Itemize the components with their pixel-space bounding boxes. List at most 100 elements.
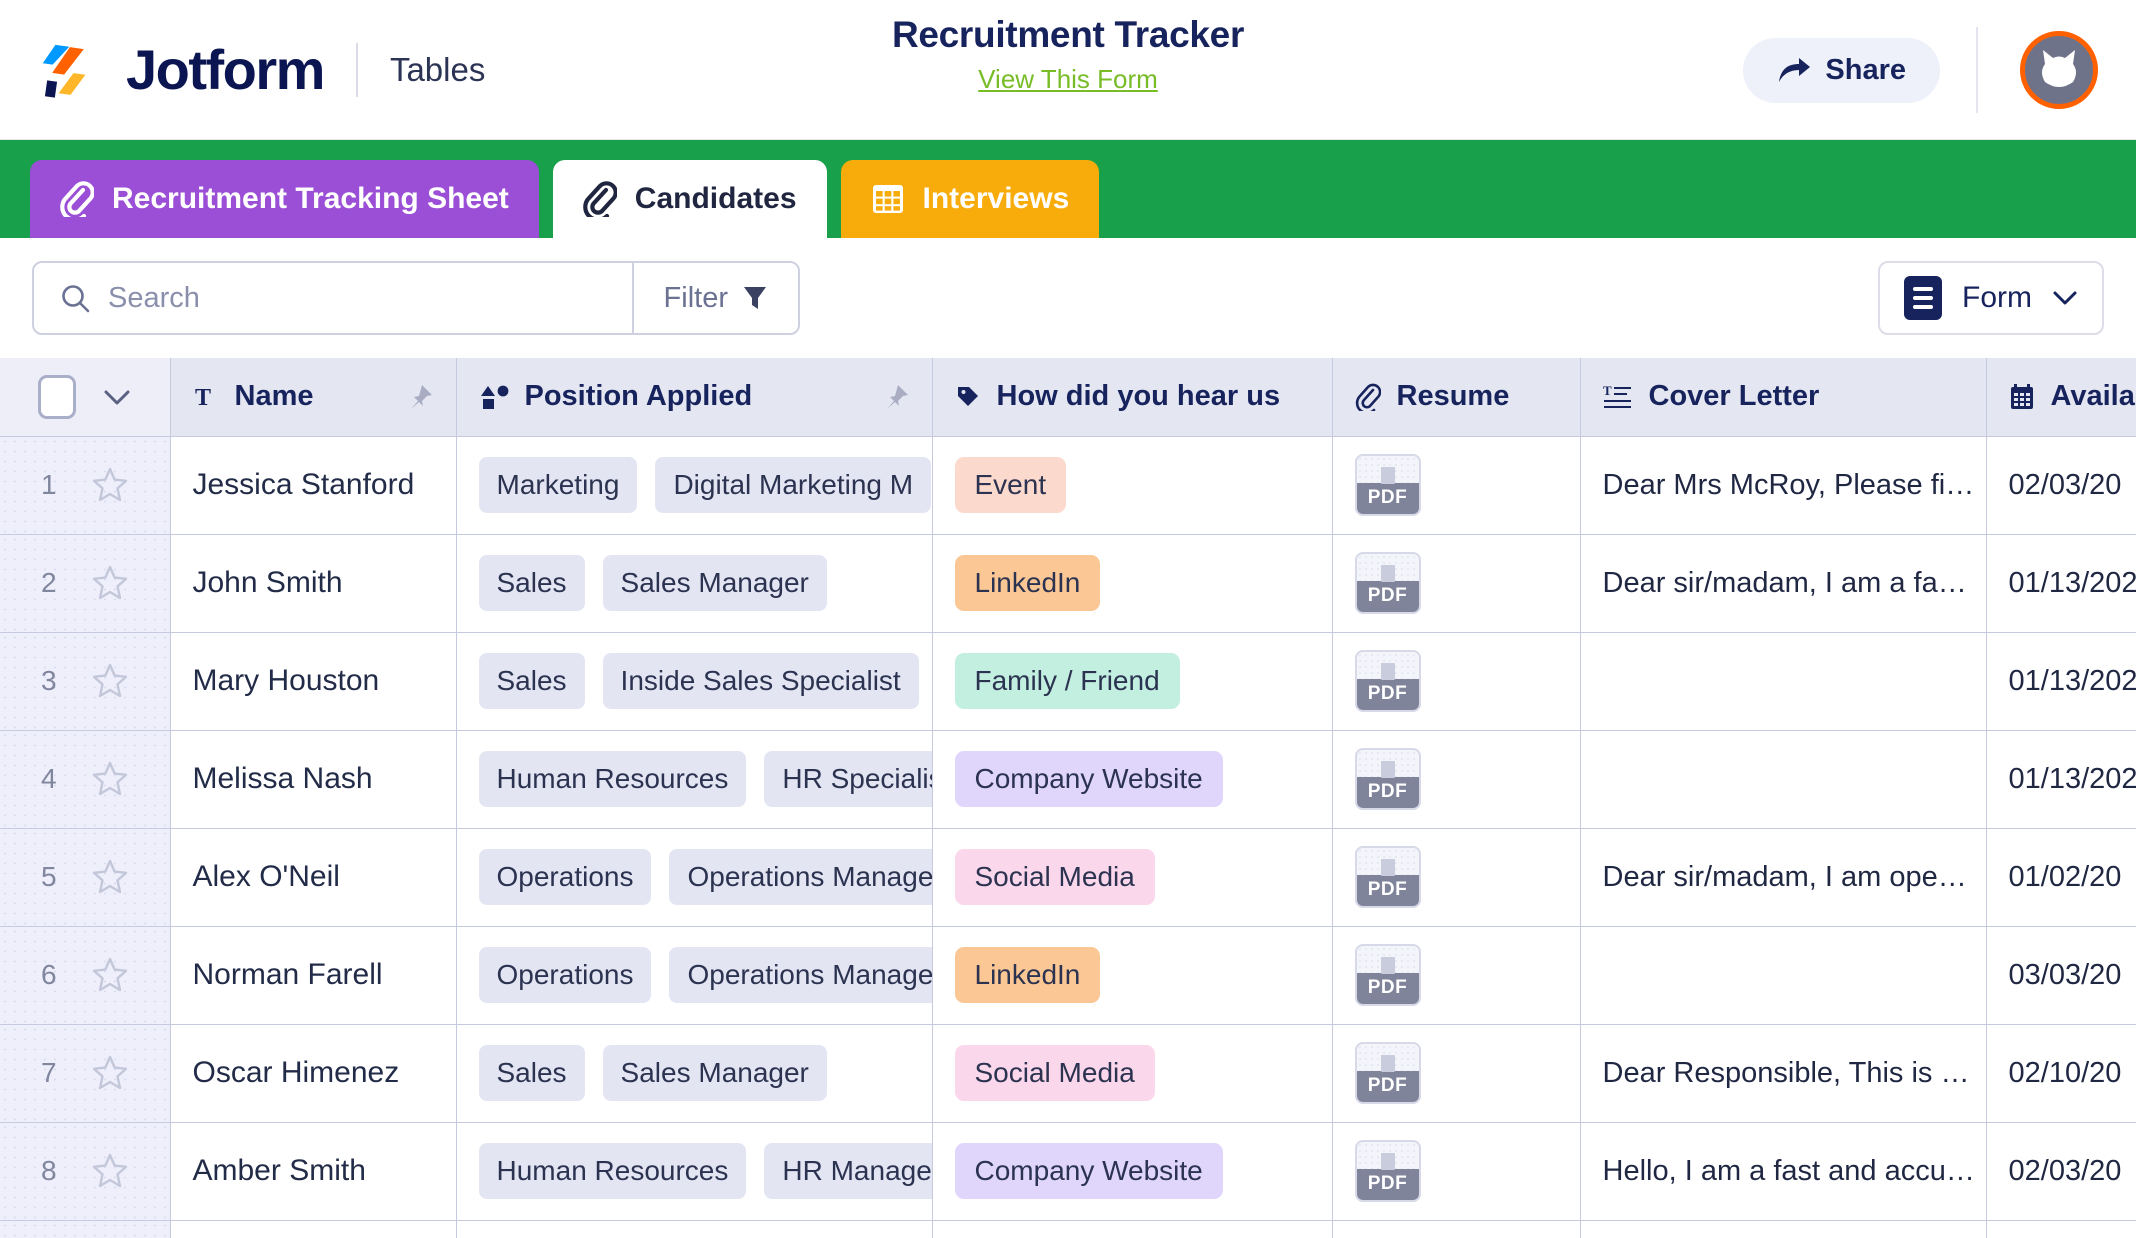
- cell-cover-letter[interactable]: [1580, 730, 1987, 829]
- data-grid-area[interactable]: T Name Position Applied How did you hear…: [0, 358, 2136, 1238]
- cell-resume[interactable]: PDF: [1332, 926, 1581, 1025]
- cell-name[interactable]: Mary Houston: [170, 632, 457, 731]
- cell-position-applied[interactable]: Human Resources HR Specialis: [456, 730, 933, 829]
- column-header-availability[interactable]: Availa: [1986, 358, 2136, 437]
- cell-cover-letter[interactable]: Hello, This is Nancy. I have…: [1580, 1220, 1987, 1238]
- cell-how-did-you-hear-us[interactable]: LinkedIn: [932, 926, 1333, 1025]
- cell-position-applied[interactable]: Operations Operations Manage: [456, 926, 933, 1025]
- row-select-cell[interactable]: 1: [0, 436, 171, 535]
- cell-availability[interactable]: 02/03/20: [1986, 1122, 2136, 1221]
- cell-how-did-you-hear-us[interactable]: Event: [932, 436, 1333, 535]
- cell-position-applied[interactable]: MarketingDigital Marketing M: [456, 436, 933, 535]
- row-select-cell[interactable]: 7: [0, 1024, 171, 1123]
- star-icon[interactable]: [91, 1152, 129, 1190]
- tab-interviews[interactable]: Interviews: [840, 160, 1100, 238]
- cell-cover-letter[interactable]: Dear sir/madam, I am a fa…: [1580, 534, 1987, 633]
- pdf-file-thumbnail[interactable]: PDF: [1354, 748, 1421, 810]
- table-row[interactable]: 9Nancy StuartMarketingDigital Marketing …: [0, 1220, 2136, 1238]
- cell-resume[interactable]: PDF: [1332, 828, 1581, 927]
- filter-button[interactable]: Filter: [631, 263, 798, 333]
- cell-position-applied[interactable]: Operations Operations Manage: [456, 828, 933, 927]
- cell-name[interactable]: Alex O'Neil: [170, 828, 457, 927]
- pin-icon[interactable]: [882, 383, 910, 411]
- star-icon[interactable]: [91, 662, 129, 700]
- cell-resume[interactable]: PDF: [1332, 436, 1581, 535]
- table-row[interactable]: 6 Norman Farell Operations Operations Manag…: [0, 926, 2136, 1025]
- cell-name[interactable]: Oscar Himenez: [170, 1024, 457, 1123]
- cell-resume[interactable]: PDF: [1332, 1122, 1581, 1221]
- cell-how-did-you-hear-us[interactable]: Company Website: [932, 1122, 1333, 1221]
- cell-position-applied[interactable]: Sales Sales Manager: [456, 534, 933, 633]
- star-icon[interactable]: [91, 1054, 129, 1092]
- row-select-cell[interactable]: 3: [0, 632, 171, 731]
- column-header-how-did-you-hear-us[interactable]: How did you hear us: [932, 358, 1333, 437]
- column-header-position-applied[interactable]: Position Applied: [456, 358, 933, 437]
- tab-recruitment-tracking-sheet[interactable]: Recruitment Tracking Sheet: [30, 160, 539, 238]
- cell-position-applied[interactable]: Sales Sales Manager: [456, 1024, 933, 1123]
- cell-resume[interactable]: PDF: [1332, 632, 1581, 731]
- star-icon[interactable]: [91, 466, 129, 504]
- row-select-cell[interactable]: 6: [0, 926, 171, 1025]
- cell-position-applied[interactable]: Sales Inside Sales Specialist: [456, 632, 933, 731]
- cell-name[interactable]: Nancy Stuart: [170, 1220, 457, 1238]
- cell-cover-letter[interactable]: Hello, I am a fast and accu…: [1580, 1122, 1987, 1221]
- cell-availability[interactable]: 01/13/202: [1986, 632, 2136, 731]
- cell-cover-letter[interactable]: Dear Mrs McRoy, Please fi…: [1580, 436, 1987, 535]
- cell-position-applied[interactable]: MarketingDigital Marketing M: [456, 1220, 933, 1238]
- table-row[interactable]: 8 Amber Smith Human Resources HR Manager Com…: [0, 1122, 2136, 1221]
- cell-how-did-you-hear-us[interactable]: Social Media: [932, 828, 1333, 927]
- cell-availability[interactable]: 01/02/20: [1986, 828, 2136, 927]
- table-row[interactable]: 3 Mary Houston Sales Inside Sales Specialis…: [0, 632, 2136, 731]
- pdf-file-thumbnail[interactable]: PDF: [1354, 1042, 1421, 1104]
- cell-name[interactable]: Norman Farell: [170, 926, 457, 1025]
- star-icon[interactable]: [91, 858, 129, 896]
- pdf-file-thumbnail[interactable]: PDF: [1354, 846, 1421, 908]
- table-row[interactable]: 4 Melissa Nash Human Resources HR Specialis…: [0, 730, 2136, 829]
- pdf-file-thumbnail[interactable]: PDF: [1354, 944, 1421, 1006]
- pin-icon[interactable]: [406, 383, 434, 411]
- pdf-file-thumbnail[interactable]: PDF: [1354, 552, 1421, 614]
- cell-cover-letter[interactable]: Dear sir/madam, I am ope…: [1580, 828, 1987, 927]
- cell-resume[interactable]: PDF: [1332, 1220, 1581, 1238]
- tab-candidates[interactable]: Candidates: [552, 160, 827, 238]
- cell-name[interactable]: Melissa Nash: [170, 730, 457, 829]
- share-button[interactable]: Share: [1743, 37, 1940, 103]
- cell-how-did-you-hear-us[interactable]: Company Website: [932, 730, 1333, 829]
- select-all-checkbox[interactable]: [37, 374, 76, 419]
- pdf-file-thumbnail[interactable]: PDF: [1354, 454, 1421, 516]
- cell-resume[interactable]: PDF: [1332, 1024, 1581, 1123]
- view-this-form-link[interactable]: View This Form: [978, 64, 1158, 95]
- avatar[interactable]: [2020, 31, 2098, 109]
- cell-name[interactable]: Amber Smith: [170, 1122, 457, 1221]
- avatar-container[interactable]: [1976, 27, 2136, 113]
- search-box[interactable]: [34, 263, 632, 333]
- cell-how-did-you-hear-us[interactable]: Social Media: [932, 1024, 1333, 1123]
- pdf-file-thumbnail[interactable]: PDF: [1354, 1140, 1421, 1202]
- table-row[interactable]: 7 Oscar Himenez Sales Sales Manager Social M…: [0, 1024, 2136, 1123]
- cell-position-applied[interactable]: Human Resources HR Manager: [456, 1122, 933, 1221]
- star-icon[interactable]: [91, 956, 129, 994]
- row-select-cell[interactable]: 2: [0, 534, 171, 633]
- cell-name[interactable]: Jessica Stanford: [170, 436, 457, 535]
- cell-cover-letter[interactable]: Dear Responsible, This is …: [1580, 1024, 1987, 1123]
- table-row[interactable]: 2 John Smith Sales Sales Manager LinkedIn PDF…: [0, 534, 2136, 633]
- column-header-resume[interactable]: Resume: [1332, 358, 1581, 437]
- table-row[interactable]: 5 Alex O'Neil Operations Operations Manage S…: [0, 828, 2136, 927]
- table-row[interactable]: 1 Jessica Stanford Marketing Digital Market…: [0, 436, 2136, 535]
- chevron-down-icon[interactable]: [102, 388, 132, 406]
- row-select-cell[interactable]: 5: [0, 828, 171, 927]
- row-select-cell[interactable]: 9: [0, 1220, 171, 1238]
- cell-how-did-you-hear-us[interactable]: Social Media: [932, 1220, 1333, 1238]
- cell-availability[interactable]: 03/16/20: [1986, 1220, 2136, 1238]
- cell-availability[interactable]: 01/13/202: [1986, 730, 2136, 829]
- column-header-select[interactable]: [0, 358, 171, 437]
- row-select-cell[interactable]: 8: [0, 1122, 171, 1221]
- search-input[interactable]: [108, 281, 606, 315]
- cell-how-did-you-hear-us[interactable]: LinkedIn: [932, 534, 1333, 633]
- cell-resume[interactable]: PDF: [1332, 730, 1581, 829]
- cell-cover-letter[interactable]: [1580, 632, 1987, 731]
- star-icon[interactable]: [91, 760, 129, 798]
- row-select-cell[interactable]: 4: [0, 730, 171, 829]
- cell-availability[interactable]: 01/13/202: [1986, 534, 2136, 633]
- cell-name[interactable]: John Smith: [170, 534, 457, 633]
